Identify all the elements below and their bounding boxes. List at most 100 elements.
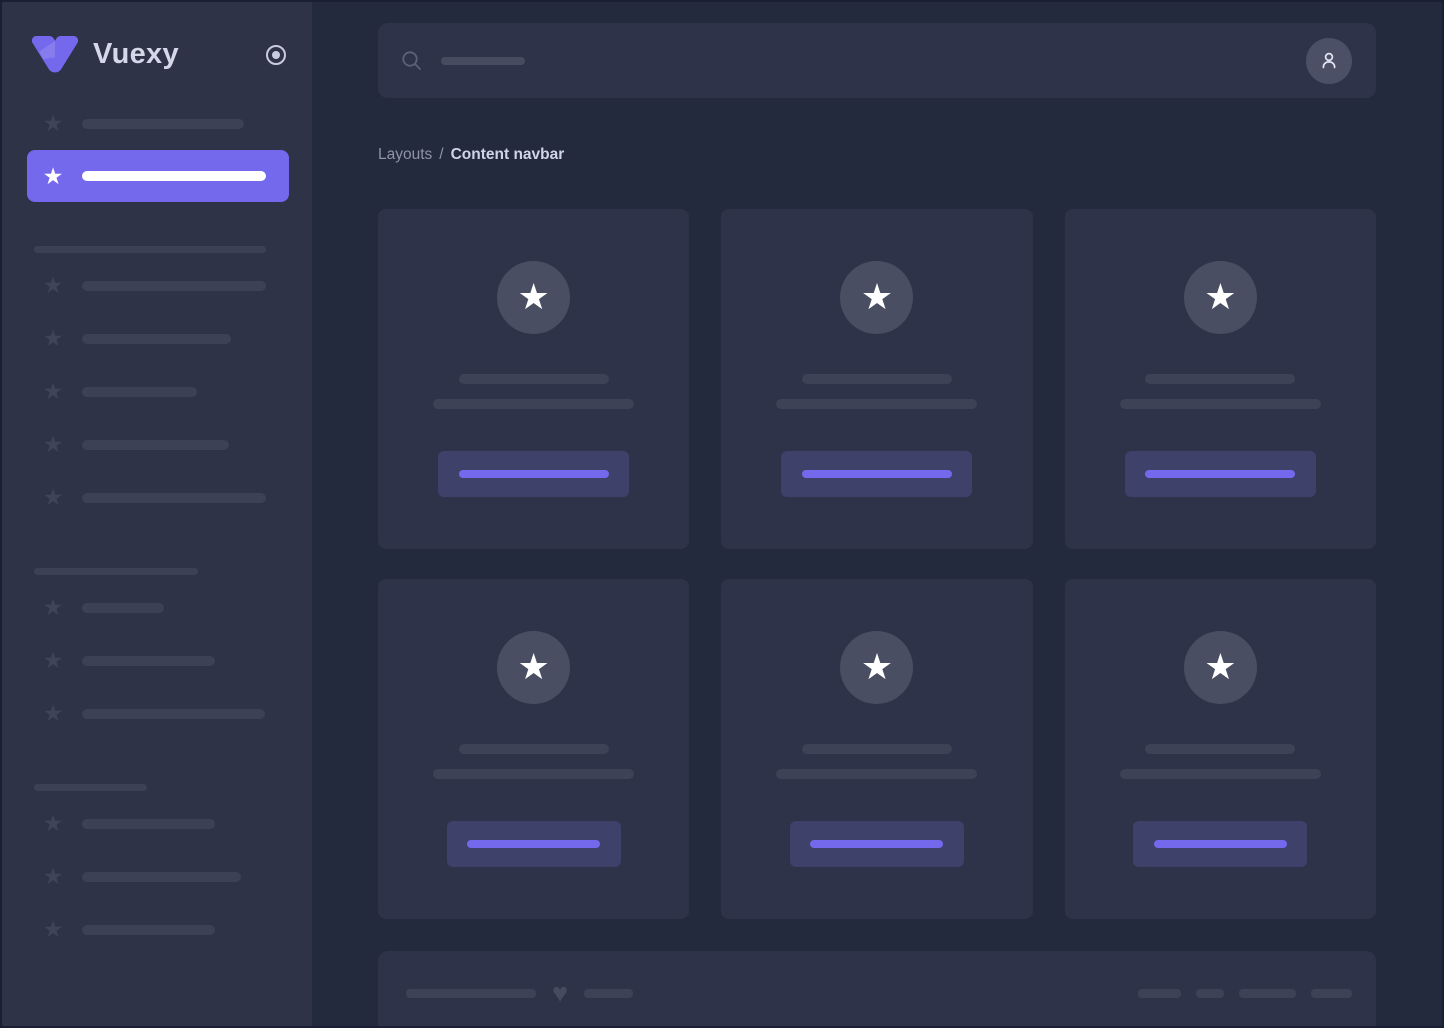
- star-icon: ★: [41, 865, 65, 888]
- breadcrumb-separator: /: [439, 146, 443, 164]
- card-title-skeleton: [802, 374, 952, 384]
- star-icon: ★: [861, 279, 893, 315]
- menu-item-label-skeleton: [82, 387, 197, 397]
- menu-item-label-skeleton: [82, 603, 164, 613]
- menu-section-header-skeleton: [34, 784, 147, 791]
- content-card: ★: [1065, 209, 1376, 549]
- star-icon: ★: [861, 649, 893, 685]
- card-action-button[interactable]: [1133, 821, 1307, 867]
- menu-item-label-skeleton: [82, 656, 215, 666]
- menu-item-label-skeleton: [82, 709, 265, 719]
- card-subtitle-skeleton: [1120, 399, 1321, 409]
- star-icon: ★: [1204, 279, 1236, 315]
- sidebar-header: Vuexy: [2, 2, 312, 75]
- footer-text-skeleton: [584, 989, 633, 998]
- card-action-button[interactable]: [1125, 451, 1316, 497]
- menu-item-label-skeleton: [82, 440, 229, 450]
- footer-links: [1138, 989, 1352, 998]
- content-card: ★: [378, 209, 689, 549]
- sidebar-item[interactable]: ★: [27, 418, 289, 471]
- person-icon: [1317, 49, 1341, 73]
- card-subtitle-skeleton: [776, 769, 977, 779]
- sidebar-item[interactable]: ★: [27, 581, 289, 634]
- footer-text-skeleton: [406, 989, 536, 998]
- sidebar-item[interactable]: ★: [27, 797, 289, 850]
- sidebar-item[interactable]: ★: [27, 471, 289, 524]
- content-card: ★: [721, 209, 1032, 549]
- card-title-skeleton: [459, 744, 609, 754]
- card-subtitle-skeleton: [433, 399, 634, 409]
- menu-item-label-skeleton: [82, 925, 215, 935]
- button-label-skeleton: [1154, 840, 1287, 848]
- main-content: Layouts / Content navbar ★ ★ ★ ★ ★ ★ ♥: [312, 2, 1442, 1026]
- breadcrumb-current: Content navbar: [451, 146, 565, 164]
- menu-item-label-skeleton: [82, 493, 266, 503]
- sidebar-item[interactable]: ★: [27, 634, 289, 687]
- star-icon: ★: [41, 596, 65, 619]
- search-input-skeleton[interactable]: [441, 57, 525, 65]
- button-label-skeleton: [1145, 470, 1295, 478]
- star-icon: ★: [518, 279, 550, 315]
- breadcrumb: Layouts / Content navbar: [378, 146, 1376, 164]
- footer-link-skeleton[interactable]: [1196, 989, 1224, 998]
- star-icon: ★: [41, 112, 65, 135]
- button-label-skeleton: [467, 840, 600, 848]
- star-icon: ★: [518, 649, 550, 685]
- sidebar-menu: ★ ★ ★ ★ ★ ★ ★ ★ ★ ★ ★ ★ ★: [2, 97, 312, 956]
- button-label-skeleton: [810, 840, 943, 848]
- star-icon: ★: [41, 812, 65, 835]
- card-action-button[interactable]: [790, 821, 964, 867]
- card-title-skeleton: [1145, 374, 1295, 384]
- star-icon: ★: [41, 702, 65, 725]
- sidebar-item[interactable]: ★: [27, 259, 289, 312]
- sidebar-item[interactable]: ★: [27, 687, 289, 740]
- heart-icon: ♥: [552, 980, 568, 1007]
- sidebar-item[interactable]: ★: [27, 365, 289, 418]
- star-icon: ★: [41, 486, 65, 509]
- sidebar-item-active[interactable]: ★: [27, 150, 289, 202]
- star-icon: ★: [1204, 649, 1236, 685]
- button-label-skeleton: [802, 470, 952, 478]
- card-avatar-circle: ★: [1184, 261, 1257, 334]
- star-icon: ★: [41, 380, 65, 403]
- card-avatar-circle: ★: [840, 631, 913, 704]
- sidebar-item[interactable]: ★: [27, 97, 289, 150]
- breadcrumb-parent[interactable]: Layouts: [378, 146, 432, 164]
- star-icon: ★: [41, 327, 65, 350]
- user-avatar[interactable]: [1306, 38, 1352, 84]
- brand-name: Vuexy: [93, 38, 179, 71]
- card-action-button[interactable]: [438, 451, 629, 497]
- footer-link-skeleton[interactable]: [1311, 989, 1352, 998]
- menu-item-label-skeleton: [82, 819, 215, 829]
- star-icon: ★: [41, 918, 65, 941]
- app-window: Vuexy ★ ★ ★ ★ ★ ★ ★ ★ ★ ★ ★ ★ ★ Layouts / Content na…: [0, 0, 1444, 1028]
- footer-link-skeleton[interactable]: [1138, 989, 1181, 998]
- sidebar-item[interactable]: ★: [27, 903, 289, 956]
- menu-section-header-skeleton: [34, 568, 198, 575]
- card-avatar-circle: ★: [497, 631, 570, 704]
- card-action-button[interactable]: [447, 821, 621, 867]
- star-icon: ★: [41, 649, 65, 672]
- search-icon[interactable]: [400, 49, 424, 73]
- star-icon: ★: [41, 433, 65, 456]
- card-action-button[interactable]: [781, 451, 972, 497]
- card-title-skeleton: [459, 374, 609, 384]
- card-avatar-circle: ★: [1184, 631, 1257, 704]
- menu-item-label-skeleton: [82, 872, 241, 882]
- card-title-skeleton: [802, 744, 952, 754]
- menu-item-label-skeleton: [82, 334, 231, 344]
- vuexy-logo-icon: [30, 34, 80, 75]
- footer: ♥: [378, 951, 1376, 1026]
- sidebar: Vuexy ★ ★ ★ ★ ★ ★ ★ ★ ★ ★ ★ ★ ★: [2, 2, 312, 1026]
- radio-dot-icon[interactable]: [266, 45, 286, 65]
- star-icon: ★: [41, 165, 65, 188]
- sidebar-item[interactable]: ★: [27, 312, 289, 365]
- card-title-skeleton: [1145, 744, 1295, 754]
- button-label-skeleton: [459, 470, 609, 478]
- footer-link-skeleton[interactable]: [1239, 989, 1296, 998]
- content-card: ★: [1065, 579, 1376, 919]
- top-navbar: [378, 23, 1376, 98]
- content-card: ★: [378, 579, 689, 919]
- menu-item-label-skeleton: [82, 281, 266, 291]
- sidebar-item[interactable]: ★: [27, 850, 289, 903]
